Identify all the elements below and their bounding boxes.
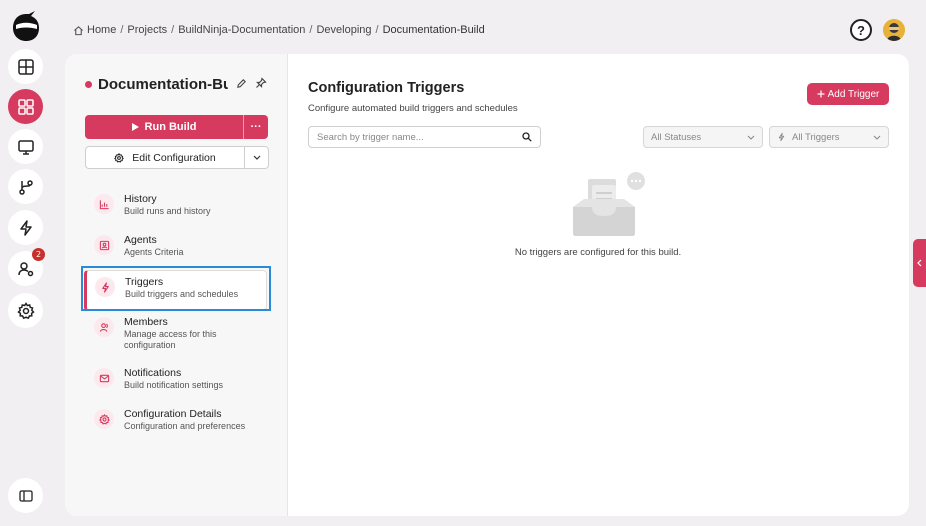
config-title-row: Documentation-Bu... — [85, 76, 228, 93]
breadcrumb-current: Documentation-Build — [382, 24, 485, 36]
lightning-icon — [19, 219, 32, 236]
pencil-icon[interactable] — [236, 78, 247, 89]
rail-projects-button[interactable] — [8, 89, 43, 124]
page-subtitle: Configure automated build triggers and s… — [308, 103, 518, 114]
nav-item-configuration-details[interactable]: Configuration Details Configuration and p… — [85, 403, 269, 444]
left-rail: 2 — [0, 0, 52, 526]
breadcrumb-separator: / — [120, 24, 124, 36]
pin-icon[interactable] — [255, 77, 267, 89]
mail-icon — [94, 368, 114, 388]
members-icon — [94, 317, 114, 337]
empty-inbox-illustration — [573, 172, 645, 236]
agent-icon — [94, 235, 114, 255]
search-icon[interactable] — [522, 132, 532, 142]
search-box — [308, 126, 541, 148]
main-card: Documentation-Bu... Run Build ··· Edit C… — [65, 54, 909, 516]
config-nav: History Build runs and history Agents Agen… — [84, 188, 269, 444]
run-more-button[interactable]: ··· — [243, 115, 268, 139]
avatar[interactable] — [883, 19, 905, 41]
projects-icon — [17, 98, 34, 115]
breadcrumb-home[interactable]: Home — [87, 24, 116, 36]
nav-label: History — [124, 193, 157, 205]
nav-sublabel: Configuration and preferences — [124, 421, 246, 431]
nav-label: Agents — [124, 234, 157, 246]
chevron-down-icon — [253, 155, 260, 160]
chevron-down-icon — [873, 135, 881, 140]
chart-icon — [94, 194, 114, 214]
nav-sublabel: Manage access for this configuration — [124, 329, 217, 350]
lightning-icon — [778, 132, 785, 142]
config-title: Documentation-Bu... — [98, 76, 228, 93]
status-dot — [85, 81, 92, 88]
nav-label: Members — [124, 316, 168, 328]
home-icon — [74, 25, 83, 35]
rail-monitor-button[interactable] — [8, 129, 43, 164]
nav-sublabel: Build notification settings — [124, 380, 224, 390]
play-icon — [131, 123, 139, 131]
breadcrumb-projects[interactable]: Projects — [127, 24, 167, 36]
config-sidebar: Documentation-Bu... Run Build ··· Edit C… — [65, 54, 288, 516]
edit-configuration-dropdown[interactable] — [245, 147, 268, 168]
rail-lightning-button[interactable] — [8, 210, 43, 245]
nav-item-notifications[interactable]: Notifications Build notification settings — [85, 362, 269, 403]
nav-item-history[interactable]: History Build runs and history — [85, 188, 269, 229]
breadcrumb-separator: / — [375, 24, 379, 36]
chevron-left-icon — [917, 259, 922, 267]
status-filter-value: All Statuses — [651, 131, 702, 143]
trigger-filter-select[interactable]: All Triggers — [769, 126, 889, 148]
breadcrumb-separator: / — [309, 24, 313, 36]
status-filter-select[interactable]: All Statuses — [643, 126, 763, 148]
page-title: Configuration Triggers — [308, 80, 465, 96]
lightning-icon — [95, 277, 115, 297]
search-input[interactable] — [317, 131, 522, 143]
branch-icon — [18, 179, 33, 195]
nav-label: Triggers — [125, 276, 164, 288]
users-settings-icon — [17, 261, 33, 276]
help-button[interactable]: ? — [850, 19, 872, 41]
gear-icon — [114, 152, 125, 163]
nav-sublabel: Build runs and history — [124, 206, 211, 216]
nav-label: Notifications — [124, 367, 182, 379]
monitor-icon — [17, 139, 34, 155]
logo-icon[interactable] — [10, 8, 42, 44]
empty-state-message: No triggers are configured for this buil… — [514, 247, 682, 258]
breadcrumb-developing[interactable]: Developing — [316, 24, 371, 36]
run-build-label: Run Build — [144, 121, 197, 133]
edit-configuration-button-group: Edit Configuration — [85, 146, 269, 169]
avatar-image — [883, 19, 905, 41]
sidebar-toggle-button[interactable] — [8, 478, 43, 513]
run-build-button-group: Run Build ··· — [85, 115, 268, 139]
nav-sublabel: Build triggers and schedules — [125, 289, 239, 299]
settings-icon — [16, 301, 35, 319]
sidebar-toggle-icon — [18, 489, 33, 502]
nav-item-agents[interactable]: Agents Agents Criteria — [85, 229, 269, 270]
rail-users-settings-button[interactable]: 2 — [8, 248, 45, 286]
nav-item-members[interactable]: Members Manage access for this configurat… — [85, 311, 269, 362]
gear-icon — [94, 409, 114, 429]
nav-item-triggers[interactable]: Triggers Build triggers and schedules — [84, 270, 267, 311]
nav-sublabel: Agents Criteria — [124, 247, 184, 257]
collapse-panel-tab[interactable] — [913, 239, 926, 287]
notification-badge: 2 — [32, 248, 45, 261]
breadcrumb-separator: / — [171, 24, 175, 36]
rail-settings-button[interactable] — [8, 293, 43, 328]
add-trigger-button[interactable]: Add Trigger — [807, 83, 889, 105]
trigger-filter-value: All Triggers — [792, 131, 840, 143]
edit-configuration-button[interactable]: Edit Configuration — [86, 147, 245, 168]
dashboard-icon — [17, 58, 34, 75]
run-build-button[interactable]: Run Build — [85, 115, 243, 139]
chevron-down-icon — [747, 135, 755, 140]
edit-configuration-label: Edit Configuration — [132, 151, 216, 164]
rail-branch-button[interactable] — [8, 169, 43, 204]
rail-dashboard-button[interactable] — [8, 49, 43, 84]
add-trigger-label: Add Trigger — [827, 88, 880, 100]
breadcrumb: Home / Projects / BuildNinja-Documentati… — [73, 24, 485, 36]
plus-icon — [817, 90, 825, 98]
nav-label: Configuration Details — [124, 408, 222, 420]
breadcrumb-project[interactable]: BuildNinja-Documentation — [178, 24, 305, 36]
